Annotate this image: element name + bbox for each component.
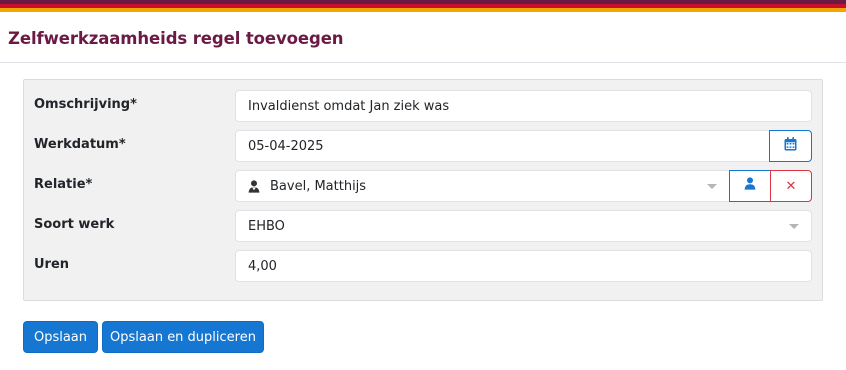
date-value: 05-04-2025 <box>248 138 324 154</box>
user-icon <box>744 177 756 195</box>
date-input[interactable]: 05-04-2025 <box>235 130 770 162</box>
hours-label: Uren <box>34 257 70 272</box>
hours-input[interactable]: 4,00 <box>235 250 812 282</box>
date-label: Werkdatum* <box>34 137 126 152</box>
relation-label: Relatie* <box>34 177 93 192</box>
description-input[interactable]: Invaldienst omdat Jan ziek was <box>235 90 812 122</box>
chevron-down-icon <box>789 224 799 229</box>
description-value: Invaldienst omdat Jan ziek was <box>248 98 450 114</box>
relation-value: Bavel, Matthijs <box>270 178 367 194</box>
stripe-yellow <box>0 8 846 12</box>
description-label: Omschrijving* <box>34 97 137 112</box>
work-type-label: Soort werk <box>34 217 115 232</box>
header-divider <box>0 62 846 63</box>
page-title: Zelfwerkzaamheids regel toevoegen <box>8 29 344 48</box>
work-type-value: EHBO <box>248 218 285 234</box>
work-type-select[interactable]: EHBO <box>235 210 812 242</box>
clear-relation-button[interactable]: ✕ <box>770 170 812 202</box>
save-button[interactable]: Opslaan <box>23 321 98 353</box>
select-relation-button[interactable] <box>729 170 771 202</box>
close-icon: ✕ <box>785 178 797 194</box>
date-picker-button[interactable] <box>769 130 812 162</box>
relation-select[interactable]: Bavel, Matthijs <box>235 170 730 202</box>
calendar-icon <box>784 136 797 156</box>
hours-value: 4,00 <box>248 258 277 274</box>
user-icon <box>248 179 260 193</box>
chevron-down-icon <box>707 184 717 189</box>
save-and-duplicate-button[interactable]: Opslaan en dupliceren <box>102 321 264 353</box>
brand-stripes <box>0 0 846 14</box>
